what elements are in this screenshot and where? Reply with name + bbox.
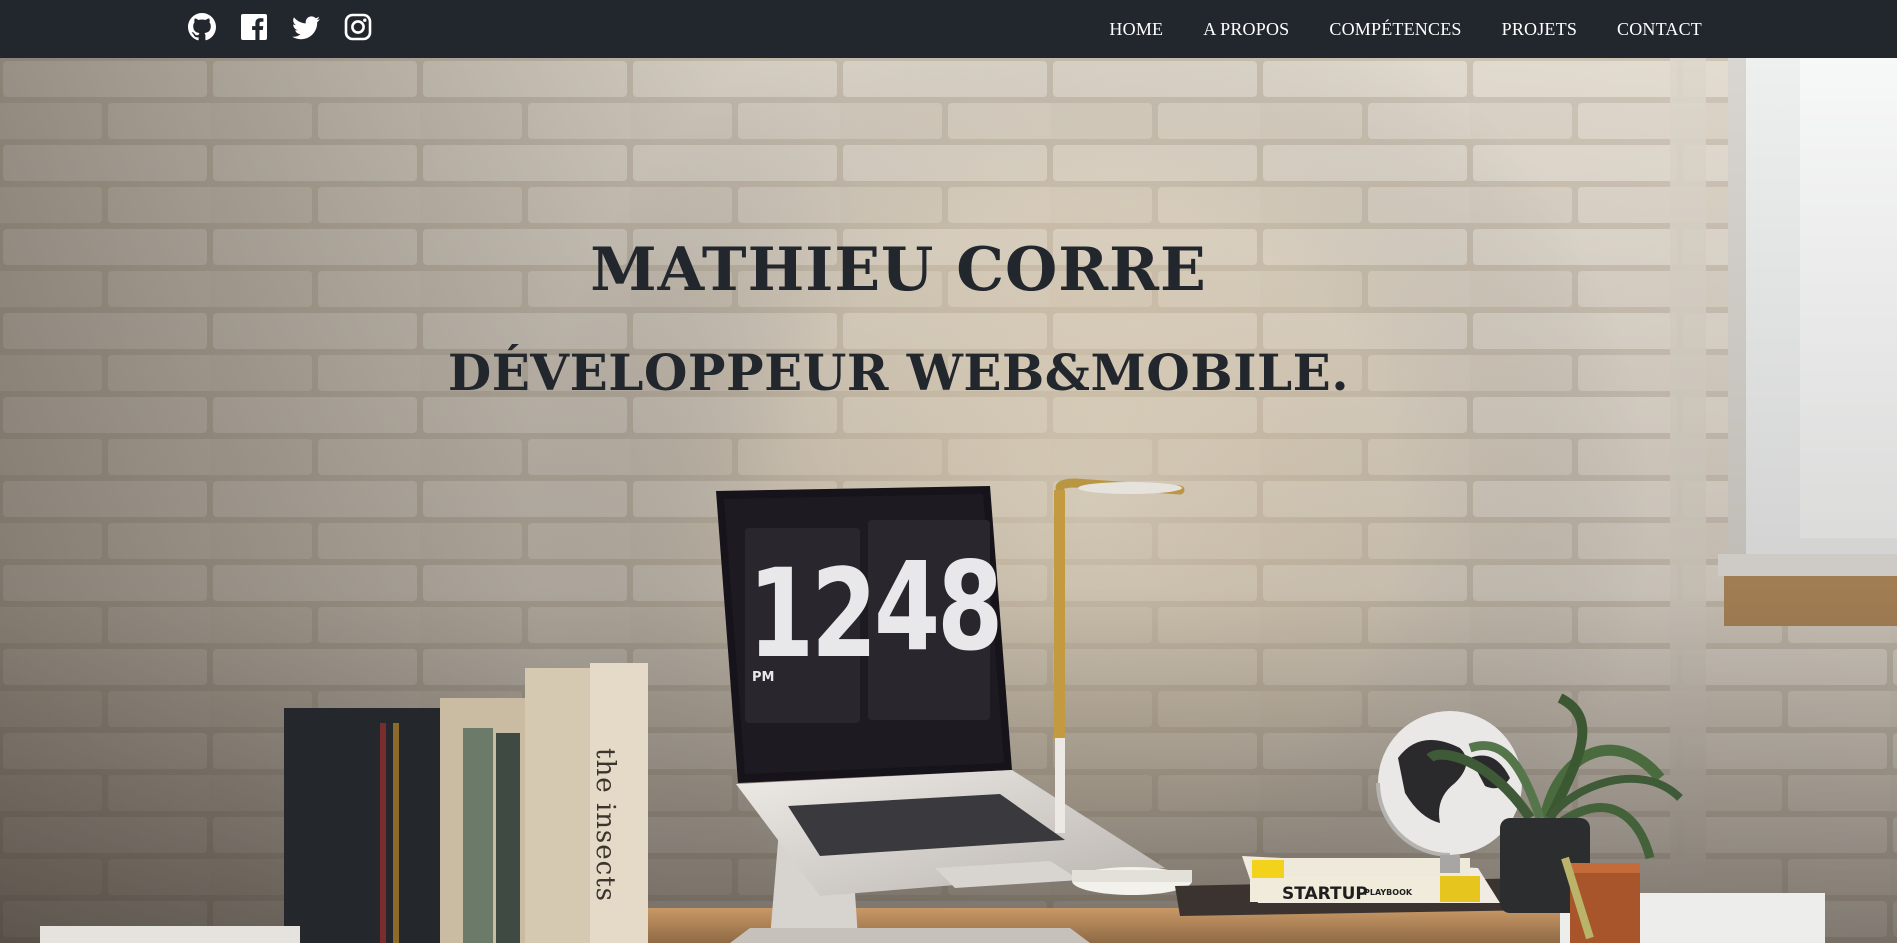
hero-name: MATHIEU CORRE: [590, 235, 1207, 305]
nav-home[interactable]: HOME: [1109, 19, 1163, 40]
github-link[interactable]: [186, 11, 218, 43]
twitter-icon: [292, 16, 320, 40]
navbar: HOME A PROPOS COMPÉTENCES PROJETS CONTAC…: [0, 0, 1897, 58]
github-icon: [188, 13, 216, 41]
instagram-icon: [344, 13, 372, 41]
facebook-link[interactable]: [238, 11, 270, 43]
nav-about[interactable]: A PROPOS: [1203, 19, 1289, 40]
social-links: [186, 11, 374, 43]
book-cover-title: STARTUP: [1282, 884, 1368, 904]
nav-projects[interactable]: PROJETS: [1502, 19, 1577, 40]
laptop-clock-hours: 12: [748, 543, 877, 685]
hero-title: DÉVELOPPEUR WEB&MOBILE.: [447, 343, 1350, 402]
book-spine-title: the insects: [590, 748, 620, 902]
nav-skills[interactable]: COMPÉTENCES: [1329, 19, 1461, 40]
laptop-clock-period: PM: [752, 670, 775, 685]
nav-contact[interactable]: CONTACT: [1617, 19, 1702, 40]
book-cover-subtitle: PLAYBOOK: [1364, 888, 1413, 897]
facebook-icon: [241, 14, 267, 40]
hero-background-image: [0, 58, 1897, 943]
instagram-link[interactable]: [342, 11, 374, 43]
hero-section: 12 48 PM the insects STARTUP PLAYBOOK MA…: [0, 58, 1897, 943]
twitter-link[interactable]: [290, 11, 322, 43]
nav-menu: HOME A PROPOS COMPÉTENCES PROJETS CONTAC…: [1109, 0, 1702, 58]
laptop-clock-minutes: 48: [874, 536, 1003, 678]
